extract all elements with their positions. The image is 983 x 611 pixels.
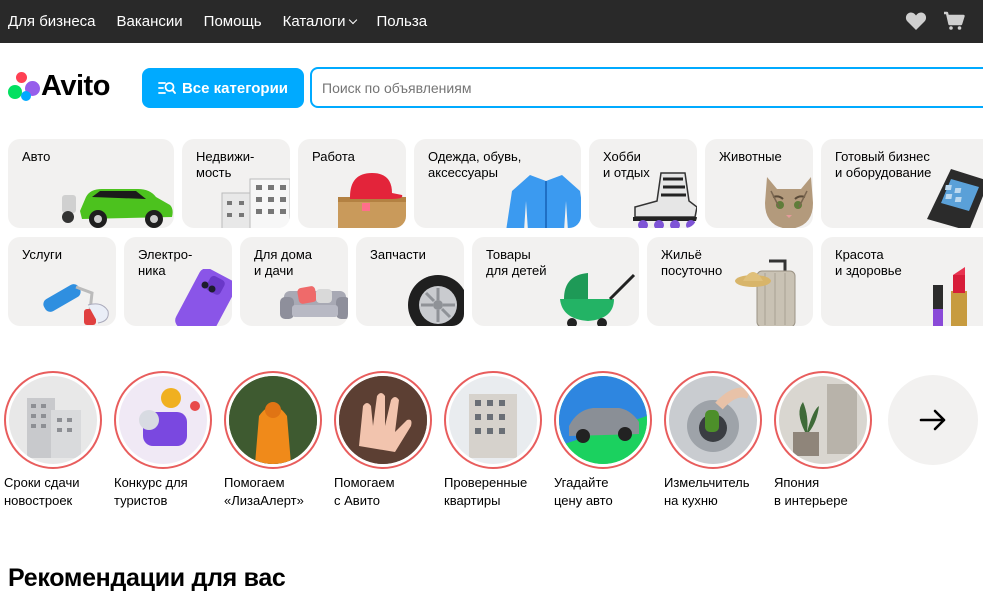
logo-text: Avito (41, 70, 110, 102)
tire-icon (408, 275, 464, 326)
category-beauty[interactable]: Красота и здоровье (821, 237, 983, 326)
logo-dots-icon (8, 71, 40, 101)
car-guess-icon (559, 376, 647, 464)
story-ring (774, 371, 872, 469)
category-label: Авто (22, 149, 51, 164)
story-item[interactable]: Сроки сдачи новостроек (4, 371, 102, 510)
story-caption: Япония в интерьере (774, 475, 848, 508)
story-caption: Угадайте цену авто (554, 475, 613, 508)
all-categories-label: Все категории (181, 79, 289, 97)
top-bar: Для бизнеса Вакансии Помощь Каталоги Пол… (0, 0, 983, 43)
story-item[interactable]: Помогаем с Авито (334, 371, 432, 510)
top-icons (905, 11, 965, 31)
cap-box-icon (338, 173, 406, 228)
category-business[interactable]: Готовый бизнес и оборудование (821, 139, 983, 228)
stroller-icon (560, 273, 636, 326)
category-label: Запчасти (370, 247, 426, 262)
new-building-icon (27, 398, 81, 458)
story-caption: Помогаем с Авито (334, 475, 395, 508)
story-caption: Проверенные квартиры (444, 475, 528, 508)
chevron-down-icon (348, 15, 357, 25)
suitcase-icon (735, 259, 796, 326)
recommendations-title: Рекомендации для вас (8, 564, 286, 592)
story-caption: Сроки сдачи новостроек (4, 475, 80, 508)
cat-icon (765, 177, 813, 228)
payment-terminal-icon (927, 169, 983, 228)
nav-catalogs-label: Каталоги (282, 13, 346, 30)
rollerskate-icon (633, 172, 697, 228)
nav-help[interactable]: Помощь (204, 13, 262, 30)
category-realty[interactable]: Недвижи- мость (182, 139, 290, 228)
nav-catalogs[interactable]: Каталоги (282, 13, 357, 30)
story-caption: Измельчитель на кухню (664, 475, 750, 508)
story-item[interactable]: Япония в интерьере (774, 371, 872, 510)
nav-vacancies[interactable]: Вакансии (117, 13, 183, 30)
category-label: Для дома и дачи (254, 247, 313, 278)
nav-benefit[interactable]: Польза (377, 13, 428, 30)
paint-roller-icon (43, 284, 109, 325)
story-ring (114, 371, 212, 469)
category-label: Красота и здоровье (835, 247, 902, 278)
rescuer-icon (229, 376, 317, 464)
car-icon (62, 189, 173, 228)
all-categories-button[interactable]: Все категории (142, 68, 304, 108)
category-label: Жильё посуточно (661, 247, 723, 278)
category-electronics[interactable]: Электро- ника (124, 237, 232, 326)
category-clothes[interactable]: Одежда, обувь, аксессуары (414, 139, 581, 228)
nav-business[interactable]: Для бизнеса (8, 13, 96, 30)
category-services[interactable]: Услуги (8, 237, 116, 326)
story-ring (664, 371, 762, 469)
category-auto[interactable]: Авто (8, 139, 174, 228)
story-ring (444, 371, 542, 469)
story-item[interactable]: Помогаем «ЛизаАлерт» (224, 371, 322, 510)
story-item[interactable]: Проверенные квартиры (444, 371, 542, 510)
story-ring (224, 371, 322, 469)
category-hobby[interactable]: Хобби и отдых (589, 139, 697, 228)
sofa-icon (280, 286, 348, 319)
category-animals[interactable]: Животные (705, 139, 813, 228)
interior-icon (793, 384, 857, 456)
jacket-icon (506, 175, 581, 228)
story-ring (554, 371, 652, 469)
category-home[interactable]: Для дома и дачи (240, 237, 348, 326)
category-jobs[interactable]: Работа (298, 139, 406, 228)
arrow-right-icon (919, 409, 946, 431)
category-label: Работа (312, 149, 355, 164)
story-item[interactable]: Конкурс для туристов (114, 371, 212, 510)
category-label: Готовый бизнес и оборудование (835, 149, 932, 180)
category-daily-rent[interactable]: Жильё посуточно (647, 237, 813, 326)
phone-icon (175, 269, 232, 326)
story-item[interactable]: Угадайте цену авто (554, 371, 652, 510)
search-input[interactable] (310, 67, 983, 108)
category-label: Услуги (22, 247, 62, 262)
story-item[interactable]: Измельчитель на кухню (664, 371, 762, 510)
story-ring (334, 371, 432, 469)
stories-next-button[interactable] (888, 375, 978, 465)
cart-icon[interactable] (943, 11, 965, 31)
story-caption: Конкурс для туристов (114, 475, 188, 508)
story-ring (4, 371, 102, 469)
lipstick-icon (933, 267, 967, 326)
building-icon (221, 178, 290, 228)
favorites-heart-icon[interactable] (905, 11, 927, 31)
category-label: Товары для детей (486, 247, 547, 278)
story-caption: Помогаем «ЛизаАлерт» (224, 475, 304, 508)
category-label: Животные (719, 149, 782, 164)
apartment-building-icon (469, 394, 517, 458)
travel-bag-icon (139, 388, 200, 446)
category-kids[interactable]: Товары для детей (472, 237, 639, 326)
hands-icon (339, 376, 427, 464)
category-parts[interactable]: Запчасти (356, 237, 464, 326)
top-nav: Для бизнеса Вакансии Помощь Каталоги Пол… (8, 13, 448, 30)
menu-search-icon (158, 82, 176, 94)
avito-logo[interactable]: Avito (8, 71, 110, 101)
sink-disposer-icon (687, 387, 751, 452)
